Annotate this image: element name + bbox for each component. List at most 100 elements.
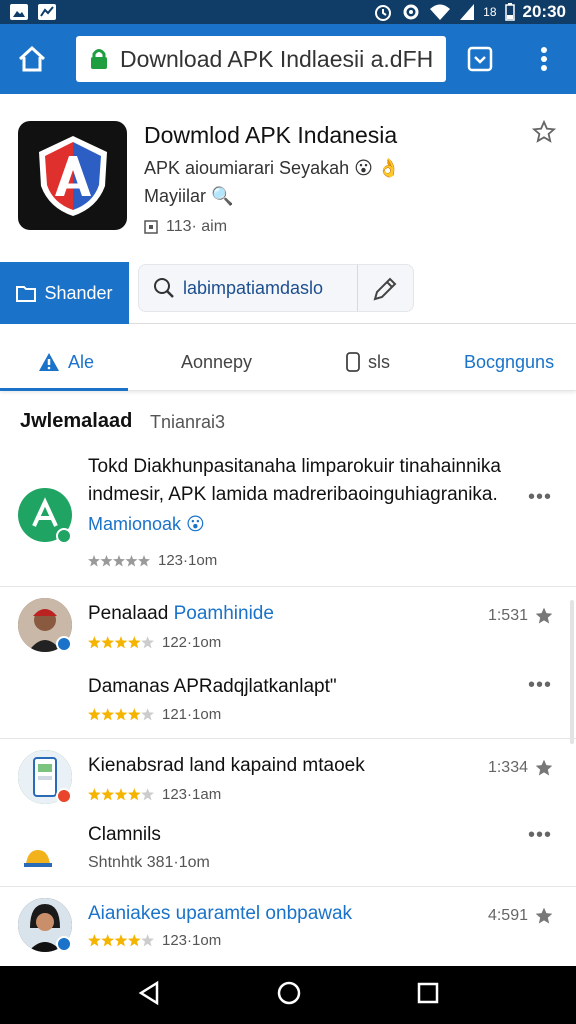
pencil-icon <box>373 277 397 301</box>
scrollbar[interactable] <box>570 600 574 744</box>
settings-icon <box>403 4 419 20</box>
divider <box>0 738 576 739</box>
primary-action-button[interactable]: Shander <box>0 262 129 324</box>
apk-shield-logo-icon <box>38 135 107 216</box>
rating-stars <box>88 636 154 649</box>
recents-button[interactable] <box>417 982 439 1009</box>
home-circle-icon <box>277 981 301 1004</box>
review-row[interactable]: Penalaad Poamhinide 1:531 122·1om <box>0 596 576 666</box>
url-bar[interactable]: Download APK Indlaesii a.dFH <box>76 36 446 82</box>
app-category: Mayiilar 🔍 <box>144 186 234 206</box>
section-subtitle: Tnianrai3 <box>150 412 226 432</box>
featured-link[interactable]: Mamionoak 😮 <box>88 514 205 535</box>
tab-company[interactable]: Aonnepy <box>181 333 252 391</box>
tab-sls[interactable]: sls <box>346 333 390 391</box>
tab-all[interactable]: Ale <box>38 333 94 391</box>
overflow-menu-button[interactable] <box>512 24 576 94</box>
review-title: Damanas APRadqjlatkanlapt" <box>88 676 337 697</box>
review-author: Penalaad Poamhinide <box>88 603 274 625</box>
app-logo[interactable] <box>18 121 127 230</box>
search-icon <box>154 278 174 298</box>
review-title: Kienabsrad land kapaind mtaoek <box>88 755 365 776</box>
back-button[interactable] <box>137 980 161 1011</box>
star-icon <box>535 759 553 776</box>
tab-all-label: Ale <box>68 351 95 372</box>
app-size-row: 113· aim <box>144 218 227 236</box>
review-more-button[interactable]: ••• <box>528 674 552 697</box>
status-badge-icon <box>56 936 72 952</box>
more-vert-icon <box>541 47 547 71</box>
rating-stars <box>88 934 154 947</box>
app-title: Dowmlod APK Indanesia <box>144 122 398 148</box>
tabs-button[interactable] <box>448 24 512 94</box>
featured-more-button[interactable]: ••• <box>528 486 552 509</box>
app-developer[interactable]: APK aioumiarari Seyakah 😮 👌 <box>144 158 400 179</box>
action-row: Shander labimpatiamdaslo <box>0 262 576 324</box>
status-badge-icon <box>56 788 72 804</box>
review-rating-text: 122·1om <box>162 634 222 651</box>
review-rating-text: 123·1om <box>162 932 222 949</box>
review-star-button[interactable] <box>534 606 554 631</box>
section-title: Jwlemalaad <box>20 410 133 432</box>
review-rating: Shtnhtk 381·1om <box>88 854 210 872</box>
app-size-label: 113· aim <box>166 218 228 235</box>
review-row[interactable]: Clamnils ••• Shtnhtk 381·1om <box>0 822 576 884</box>
tab-sls-label: sls <box>368 351 390 372</box>
clock: 20:30 <box>522 2 566 21</box>
signal-icon <box>460 4 475 20</box>
tab-company-label: Aonnepy <box>181 351 253 372</box>
featured-item[interactable]: Tokd Diakhunpasitanaha limparokuir tinah… <box>0 450 576 586</box>
review-row[interactable]: Aianiakes uparamtel onbpawak 4:591 123·1… <box>0 896 576 962</box>
review-rating: 121·1om <box>88 706 221 723</box>
home-button[interactable] <box>0 24 64 94</box>
review-time: 1:531 <box>487 607 528 624</box>
review-rating-text: Shtnhtk 381·1om <box>88 854 210 871</box>
tab-bar: Ale Aonnepy sls Bocgnguns <box>0 333 576 391</box>
image-notification-icon <box>10 4 28 20</box>
review-rating: 123·1am <box>88 786 221 803</box>
alert-icon <box>39 353 59 371</box>
hat-icon <box>22 846 54 875</box>
review-time: 1:334 <box>487 759 528 776</box>
recents-square-icon <box>417 982 438 1003</box>
browser-toolbar: Download APK Indlaesii a.dFH <box>0 24 576 94</box>
home-icon <box>18 45 46 72</box>
review-author-link[interactable]: Poamhinide <box>174 603 274 624</box>
status-badge-icon <box>56 636 72 652</box>
divider <box>0 886 576 887</box>
star-icon <box>535 907 553 924</box>
review-star-button[interactable] <box>534 906 554 931</box>
featured-text-line1: Tokd Diakhunpasitanaha limparokuir tinah… <box>88 456 501 477</box>
wifi-icon <box>430 4 451 20</box>
verified-badge-icon <box>56 528 72 544</box>
tab-bookmarks[interactable]: Bocgnguns <box>464 333 554 391</box>
tab-bookmarks-label: Bocgnguns <box>464 351 555 372</box>
url-text: Download APK Indlaesii a.dFH <box>120 45 434 72</box>
document-icon <box>346 352 360 372</box>
edit-button[interactable] <box>371 275 399 308</box>
review-title[interactable]: Aianiakes uparamtel onbpawak <box>88 903 352 925</box>
review-rating: 122·1om <box>88 634 221 651</box>
star-icon <box>535 607 553 624</box>
tabs-icon <box>467 46 493 72</box>
search-field[interactable]: labimpatiamdaslo <box>138 264 414 312</box>
review-row[interactable]: Kienabsrad land kapaind mtaoek 1:334 123… <box>0 748 576 818</box>
rating-stars <box>88 554 150 567</box>
favorite-button[interactable] <box>531 119 557 149</box>
review-star-button[interactable] <box>534 758 554 783</box>
review-author-name: Penalaad <box>88 603 169 624</box>
primary-action-label: Shander <box>44 282 113 303</box>
rating-stars <box>88 708 154 721</box>
chart-notification-icon <box>38 4 56 20</box>
divider <box>0 586 576 587</box>
review-rating-text: 121·1om <box>162 706 222 723</box>
battery-label: 18 <box>483 5 497 19</box>
home-nav-button[interactable] <box>276 980 302 1011</box>
review-row[interactable]: Damanas APRadqjlatkanlapt" ••• 121·1om <box>0 670 576 732</box>
app-header: Dowmlod APK Indanesia APK aioumiarari Se… <box>0 94 576 262</box>
review-time: 4:591 <box>487 907 528 924</box>
review-more-button[interactable]: ••• <box>528 824 552 847</box>
alarm-icon <box>375 5 392 21</box>
featured-rating: 123·1om <box>88 552 217 569</box>
review-rating: 123·1om <box>88 932 221 949</box>
